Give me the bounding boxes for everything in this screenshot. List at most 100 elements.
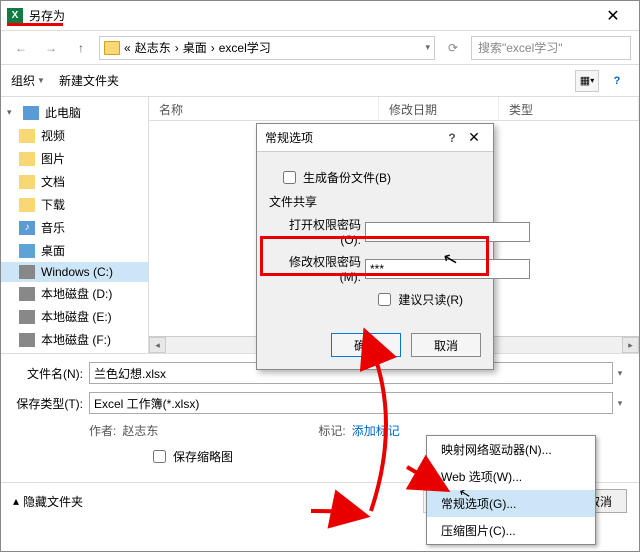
tags-label: 标记:	[318, 422, 345, 439]
sidebar-item-drive-f[interactable]: 本地磁盘 (F:)	[1, 328, 148, 351]
sidebar-item-drive-e[interactable]: 本地磁盘 (E:)	[1, 305, 148, 328]
tags-value[interactable]: 添加标记	[352, 422, 400, 439]
red-underline	[7, 23, 63, 26]
backup-checkbox[interactable]: 生成备份文件(B)	[279, 168, 391, 187]
caret-icon: ▼	[37, 76, 45, 85]
sidebar-item-label: 桌面	[41, 242, 65, 259]
window-title: 另存为	[29, 7, 593, 24]
scroll-left-icon[interactable]: ◂	[149, 337, 166, 353]
thumbnail-check-input[interactable]	[153, 450, 166, 463]
readonly-check-input[interactable]	[378, 293, 391, 306]
breadcrumb-part[interactable]: excel学习	[219, 39, 271, 56]
organize-menu[interactable]: 组织 ▼	[11, 72, 45, 89]
folder-icon	[19, 152, 35, 166]
fileshare-heading: 文件共享	[269, 193, 317, 210]
close-button[interactable]: ✕	[593, 1, 633, 31]
col-modified[interactable]: 修改日期	[379, 97, 499, 120]
drive-icon	[19, 265, 35, 279]
folder-icon	[104, 41, 120, 55]
hide-folders-button[interactable]: ▴ 隐藏文件夹	[13, 493, 83, 510]
refresh-button[interactable]: ⟳	[441, 36, 465, 60]
sidebar-item-thispc[interactable]: ▾ 此电脑	[1, 101, 148, 124]
filetype-label: 保存类型(T):	[13, 395, 83, 412]
dialog-help-button[interactable]: ?	[441, 131, 463, 145]
tags-meta: 标记: 添加标记	[318, 422, 399, 439]
sidebar-item-pictures[interactable]: 图片	[1, 147, 148, 170]
nav-back-button[interactable]: ←	[9, 36, 33, 60]
address-bar[interactable]: « 赵志东 › 桌面 › excel学习 ▾	[99, 36, 435, 60]
collapse-icon: ▴	[13, 494, 19, 508]
breadcrumb-part[interactable]: 赵志东	[135, 39, 171, 56]
sidebar-item-label: 图片	[41, 150, 65, 167]
sidebar-item-label: 本地磁盘 (F:)	[41, 331, 111, 348]
view-mode-button[interactable]: ▦ ▾	[575, 70, 599, 92]
save-as-window: X 另存为 ✕ ← → ↑ « 赵志东 › 桌面 › excel学习 ▾ ⟳ 搜…	[0, 0, 640, 552]
filename-label: 文件名(N):	[13, 365, 83, 382]
filename-dropdown-icon[interactable]: ▾	[613, 368, 627, 379]
sidebar[interactable]: ▾ 此电脑 视频 图片 文档 下载 ♪音乐 桌面 Windows (C:) 本地磁…	[1, 97, 149, 353]
command-bar: 组织 ▼ 新建文件夹 ▦ ▾ ?	[1, 65, 639, 97]
help-button[interactable]: ?	[605, 70, 629, 92]
expand-icon[interactable]: ▾	[7, 107, 17, 118]
pc-icon	[23, 106, 39, 120]
filetype-dropdown-icon[interactable]: ▾	[613, 398, 627, 409]
folder-icon	[19, 175, 35, 189]
backup-check-input[interactable]	[283, 171, 296, 184]
chevron-right-icon: ›	[211, 41, 215, 55]
drive-icon	[19, 310, 35, 324]
new-folder-button[interactable]: 新建文件夹	[59, 72, 119, 89]
folder-icon	[19, 129, 35, 143]
dialog-cancel-button[interactable]: 取消	[411, 333, 481, 357]
sidebar-item-label: 视频	[41, 127, 65, 144]
dropdown-caret-icon[interactable]: ▾	[425, 42, 430, 53]
drive-icon	[19, 333, 35, 347]
sidebar-item-label: 此电脑	[45, 104, 81, 121]
drive-icon	[19, 287, 35, 301]
sidebar-item-label: 音乐	[41, 219, 65, 236]
excel-icon: X	[7, 8, 23, 24]
dialog-title: 常规选项	[265, 129, 441, 146]
dialog-ok-button[interactable]: 确定	[331, 333, 401, 357]
sidebar-item-label: 本地磁盘 (E:)	[41, 308, 112, 325]
sidebar-item-label: 本地磁盘 (D:)	[41, 285, 112, 302]
nav-up-button[interactable]: ↑	[69, 36, 93, 60]
sidebar-item-drive-c[interactable]: Windows (C:)	[1, 262, 148, 282]
sidebar-item-videos[interactable]: 视频	[1, 124, 148, 147]
author-value[interactable]: 赵志东	[122, 422, 158, 439]
dialog-titlebar: 常规选项 ? ✕	[257, 124, 493, 152]
sidebar-item-label: 文档	[41, 173, 65, 190]
breadcrumb-part[interactable]: 桌面	[183, 39, 207, 56]
new-folder-label: 新建文件夹	[59, 72, 119, 89]
search-box[interactable]: 搜索"excel学习"	[471, 36, 631, 60]
menu-item-web-options[interactable]: Web 选项(W)...	[427, 463, 595, 490]
scroll-right-icon[interactable]: ▸	[622, 337, 639, 353]
col-type[interactable]: 类型	[499, 97, 639, 120]
file-list-header: 名称 修改日期 类型	[149, 97, 639, 121]
chevron-right-icon: ›	[175, 41, 179, 55]
thumbnail-label: 保存缩略图	[173, 448, 233, 465]
menu-item-compress-pictures[interactable]: 压缩图片(C)...	[427, 517, 595, 544]
col-name[interactable]: 名称	[149, 97, 379, 120]
nav-forward-button[interactable]: →	[39, 36, 63, 60]
folder-icon	[19, 198, 35, 212]
sidebar-item-downloads[interactable]: 下载	[1, 193, 148, 216]
author-meta: 作者: 赵志东	[89, 422, 158, 439]
sidebar-item-desktop[interactable]: 桌面	[1, 239, 148, 262]
dialog-close-button[interactable]: ✕	[463, 129, 485, 146]
menu-item-general-options[interactable]: 常规选项(G)...	[427, 490, 595, 517]
sidebar-item-label: Windows (C:)	[41, 265, 113, 279]
sidebar-item-documents[interactable]: 文档	[1, 170, 148, 193]
readonly-checkbox[interactable]: 建议只读(R)	[374, 290, 463, 309]
filetype-select[interactable]	[89, 392, 613, 414]
sidebar-item-drive-d[interactable]: 本地磁盘 (D:)	[1, 282, 148, 305]
titlebar: X 另存为 ✕	[1, 1, 639, 31]
author-label: 作者:	[89, 422, 116, 439]
tools-menu: 映射网络驱动器(N)... Web 选项(W)... 常规选项(G)... 压缩…	[426, 435, 596, 545]
breadcrumb-sep: «	[124, 41, 131, 55]
menu-item-map-drive[interactable]: 映射网络驱动器(N)...	[427, 436, 595, 463]
organize-label: 组织	[11, 72, 35, 89]
hide-folders-label: 隐藏文件夹	[23, 493, 83, 510]
readonly-label: 建议只读(R)	[398, 291, 463, 308]
sidebar-item-music[interactable]: ♪音乐	[1, 216, 148, 239]
nav-toolbar: ← → ↑ « 赵志东 › 桌面 › excel学习 ▾ ⟳ 搜索"excel学…	[1, 31, 639, 65]
